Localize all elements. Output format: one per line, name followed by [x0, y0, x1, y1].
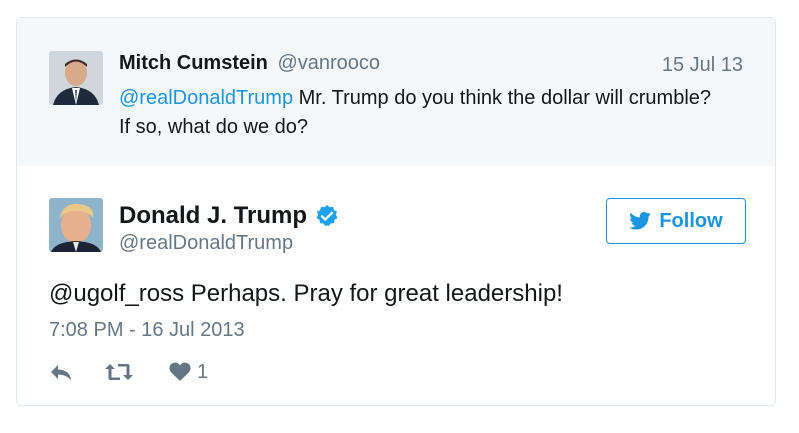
reply-date[interactable]: 15 Jul 13: [662, 54, 743, 77]
in-reply-to-tweet[interactable]: Mitch Cumstein @vanrooco 15 Jul 13 @real…: [17, 18, 775, 166]
reply-author-name[interactable]: Mitch Cumstein: [119, 52, 268, 74]
like-count: 1: [197, 360, 209, 383]
main-author-name[interactable]: Donald J. Trump: [119, 202, 307, 230]
follow-button-label: Follow: [659, 209, 723, 232]
reply-text: @realDonaldTrump Mr. Trump do you think …: [119, 84, 719, 142]
avatar-donald-trump[interactable]: [49, 198, 103, 252]
twitter-bird-icon: [629, 212, 652, 230]
reply-arrow-icon[interactable]: [49, 362, 75, 382]
verified-badge-icon: [315, 204, 339, 228]
reply-author[interactable]: Mitch Cumstein @vanrooco: [119, 52, 380, 75]
retweet-icon[interactable]: [105, 362, 135, 382]
heart-icon: [169, 362, 191, 382]
reply-author-handle[interactable]: @vanrooco: [277, 52, 380, 74]
reply-mention-link[interactable]: @realDonaldTrump: [119, 87, 293, 109]
main-tweet-text: @ugolf_ross Perhaps. Pray for great lead…: [49, 280, 563, 307]
avatar-mitch-cumstein[interactable]: [49, 51, 103, 105]
embedded-tweet-card: Mitch Cumstein @vanrooco 15 Jul 13 @real…: [16, 17, 776, 406]
like-button[interactable]: 1: [169, 361, 208, 384]
main-author-handle[interactable]: @realDonaldTrump: [119, 232, 293, 255]
follow-button[interactable]: Follow: [606, 198, 746, 244]
main-author[interactable]: Donald J. Trump: [119, 202, 339, 230]
main-tweet-timestamp[interactable]: 7:08 PM - 16 Jul 2013: [49, 319, 245, 342]
tweet-actions: 1: [49, 358, 208, 386]
